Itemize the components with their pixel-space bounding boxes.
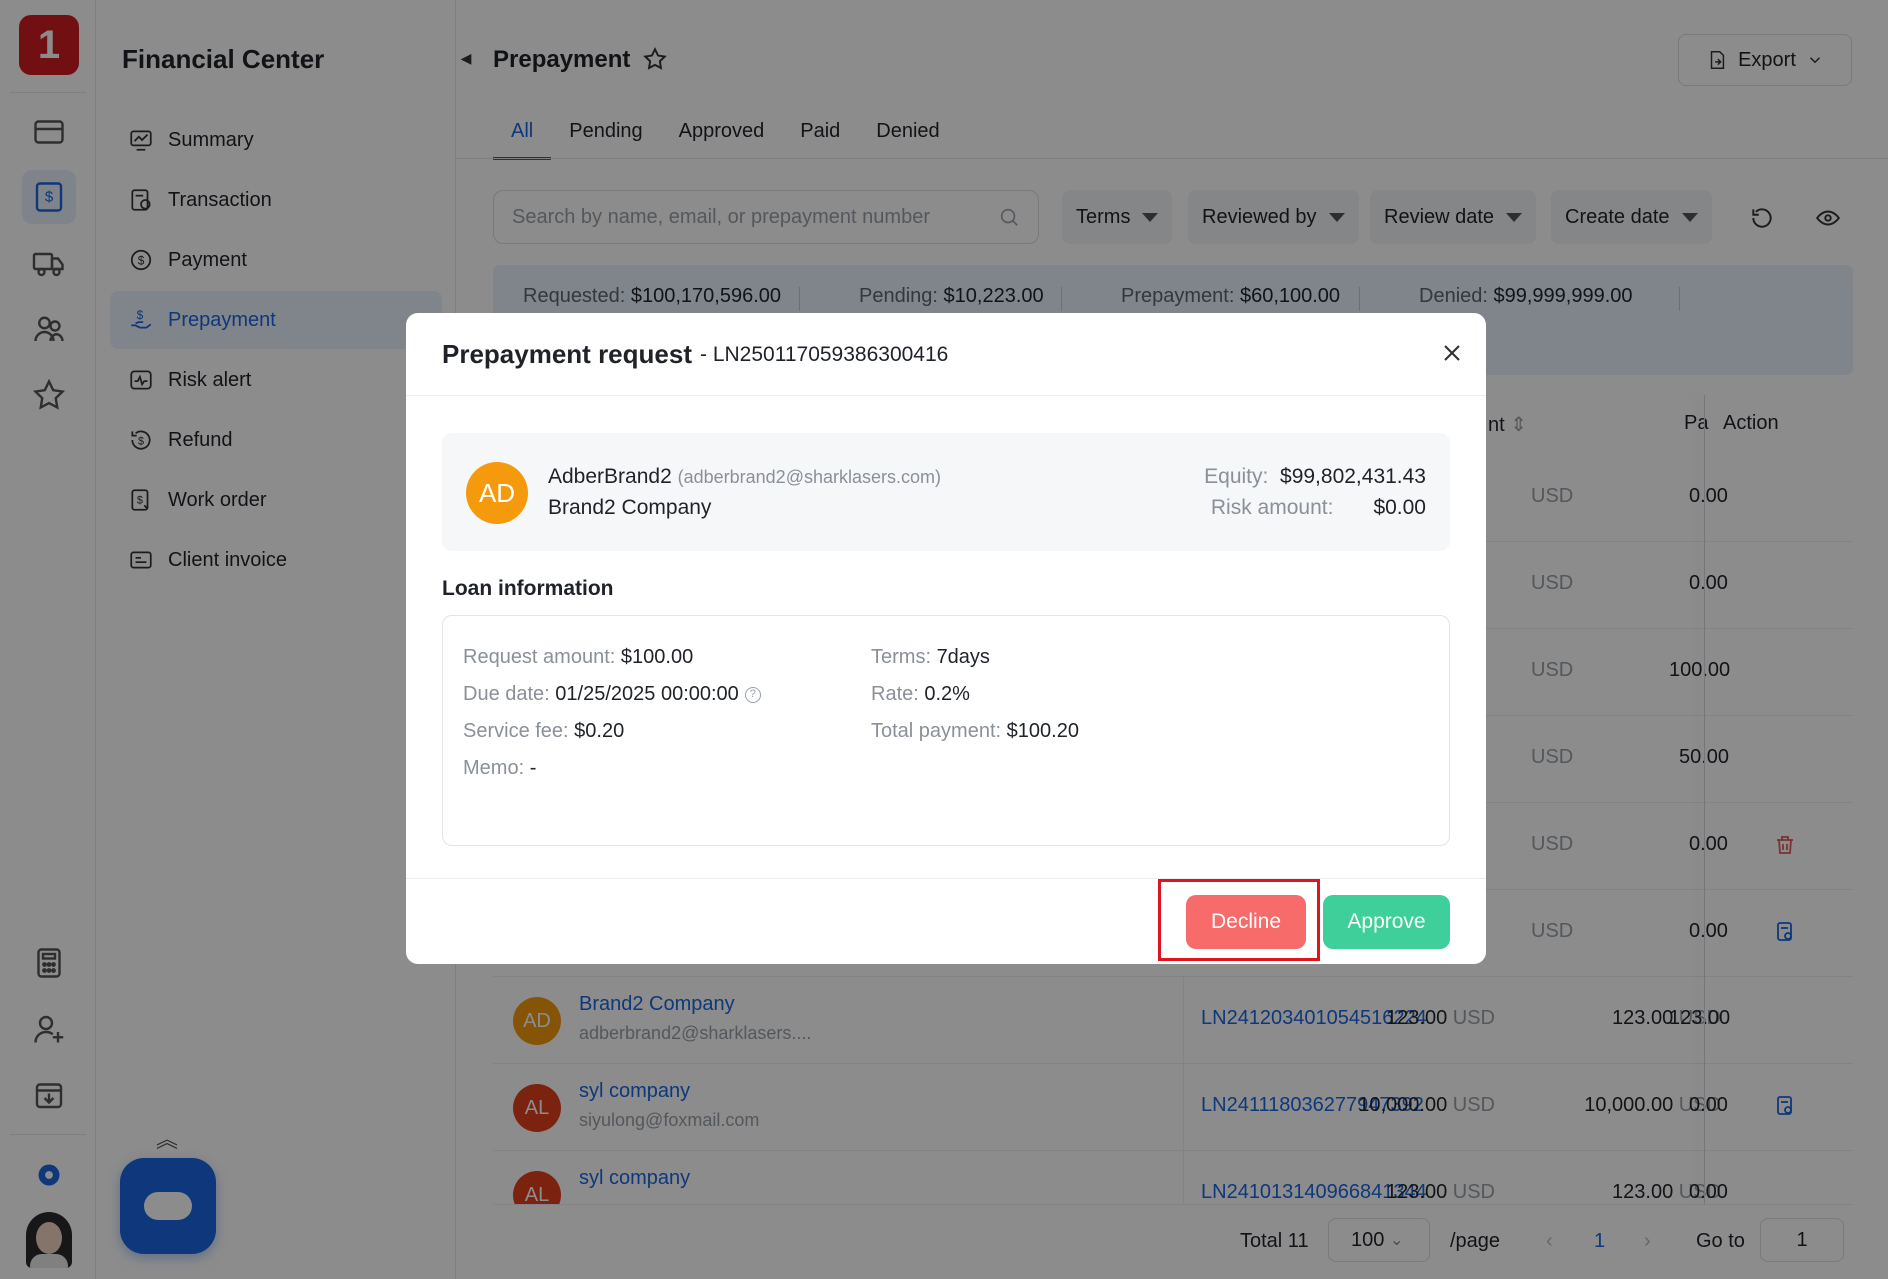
loan-info-title: Loan information [442,577,614,600]
loan-info-box: Request amount: $100.00 Terms: 7days Due… [442,615,1450,846]
client-company: Brand2 Company [548,496,712,519]
prepayment-request-modal: Prepayment request - LN25011705938630041… [406,313,1486,964]
client-avatar: AD [466,462,528,524]
rate: Rate: 0.2% [871,683,970,705]
modal-header: Prepayment request - LN25011705938630041… [406,313,1486,396]
client-name-line: AdberBrand2 (adberbrand2@sharklasers.com… [548,465,941,489]
help-icon[interactable]: ? [744,686,761,703]
client-card: AD AdberBrand2 (adberbrand2@sharklasers.… [442,433,1450,551]
memo: Memo: - [463,757,537,779]
modal-footer-divider [406,878,1486,879]
equity: Equity: $99,802,431.43 [1204,465,1426,488]
risk-amount: Risk amount: $0.00 [1210,496,1426,519]
terms: Terms: 7days [871,646,990,668]
approve-button[interactable]: Approve [1323,895,1450,949]
due-date: Due date: 01/25/2025 00:00:00? [463,683,761,706]
prepayment-number: - LN250117059386300416 [700,343,949,366]
request-amount: Request amount: $100.00 [463,646,694,668]
total-payment: Total payment: $100.20 [871,720,1079,742]
close-icon[interactable] [1438,339,1466,367]
client-name: AdberBrand2 [548,465,672,488]
modal-title: Prepayment request [442,339,692,369]
service-fee: Service fee: $0.20 [463,720,625,742]
decline-highlight-box [1158,879,1320,961]
client-email: (adberbrand2@sharklasers.com) [677,467,941,487]
